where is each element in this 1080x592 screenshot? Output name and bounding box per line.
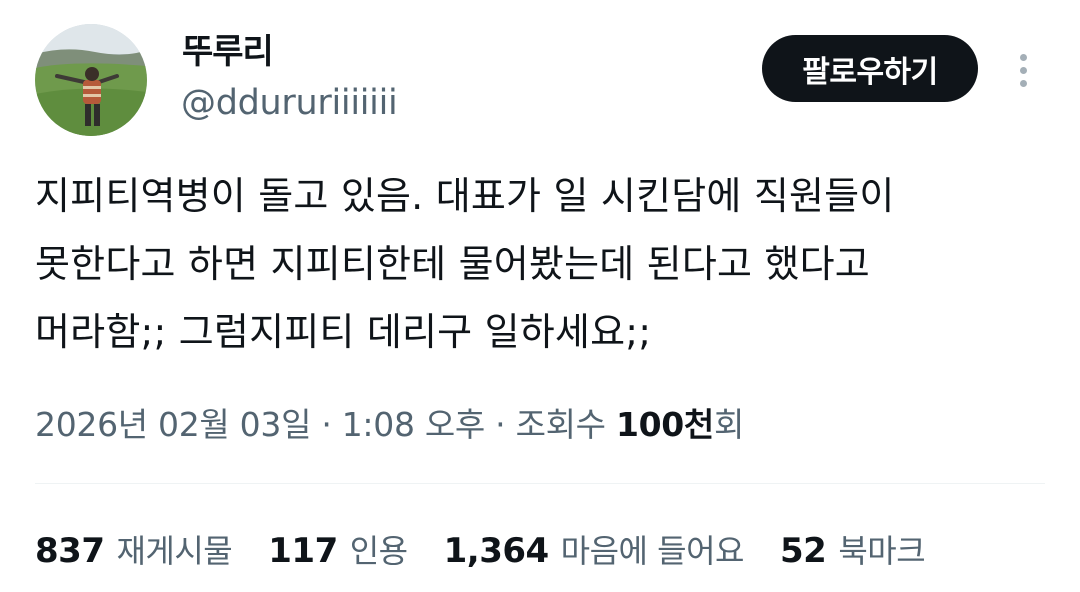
bookmarks-label: 북마크 bbox=[838, 532, 926, 570]
views-label: 조회수 bbox=[515, 405, 606, 444]
tweet-line: 지피티역병이 돌고 있음. 대표가 일 시킨담에 직원들이 bbox=[35, 174, 895, 218]
divider bbox=[35, 483, 1045, 484]
bookmarks-stat[interactable]: 52 북마크 bbox=[779, 526, 926, 572]
tweet-line: 못한다고 하면 지피티한테 물어봤는데 된다고 했다고 bbox=[35, 242, 870, 286]
tweet-text: 지피티역병이 돌고 있음. 대표가 일 시킨담에 직원들이 못한다고 하면 지피… bbox=[35, 162, 1045, 366]
tweet-metadata: 2026년 02월 03일 · 1:08 오후 · 조회수 100천회 bbox=[35, 402, 744, 448]
likes-stat[interactable]: 1,364 마음에 들어요 bbox=[443, 526, 745, 572]
engagement-stats: 837 재게시물 117 인용 1,364 마음에 들어요 52 북마크 bbox=[35, 525, 961, 573]
quotes-count: 117 bbox=[268, 531, 338, 571]
more-options-button[interactable] bbox=[1003, 46, 1043, 94]
meta-separator: · bbox=[321, 405, 332, 444]
more-vertical-icon-dot bbox=[1019, 79, 1027, 87]
tweet-line: 머라함;; 그럼지피티 데리구 일하세요;; bbox=[35, 310, 652, 354]
display-name[interactable]: 뚜루리 bbox=[182, 30, 274, 74]
more-vertical-icon bbox=[1019, 53, 1027, 61]
likes-count: 1,364 bbox=[443, 531, 550, 571]
reposts-label: 재게시물 bbox=[116, 532, 233, 570]
bookmarks-count: 52 bbox=[779, 531, 827, 571]
more-vertical-icon-dot bbox=[1019, 66, 1027, 74]
reposts-stat[interactable]: 837 재게시물 bbox=[35, 526, 233, 572]
tweet-time[interactable]: 1:08 오후 bbox=[342, 405, 486, 444]
quotes-label: 인용 bbox=[349, 532, 408, 570]
meta-separator: · bbox=[495, 405, 506, 444]
views-suffix: 회 bbox=[714, 405, 745, 444]
avatar[interactable] bbox=[35, 24, 147, 136]
likes-label: 마음에 들어요 bbox=[560, 532, 745, 570]
quotes-stat[interactable]: 117 인용 bbox=[268, 526, 408, 572]
views-count[interactable]: 100천 bbox=[616, 405, 714, 444]
tweet-date[interactable]: 2026년 02월 03일 bbox=[35, 405, 311, 444]
reposts-count: 837 bbox=[35, 531, 105, 571]
follow-button[interactable]: 팔로우하기 bbox=[762, 35, 978, 102]
avatar-image bbox=[35, 24, 147, 136]
user-handle[interactable]: @ddururiiiiiii bbox=[181, 80, 398, 126]
